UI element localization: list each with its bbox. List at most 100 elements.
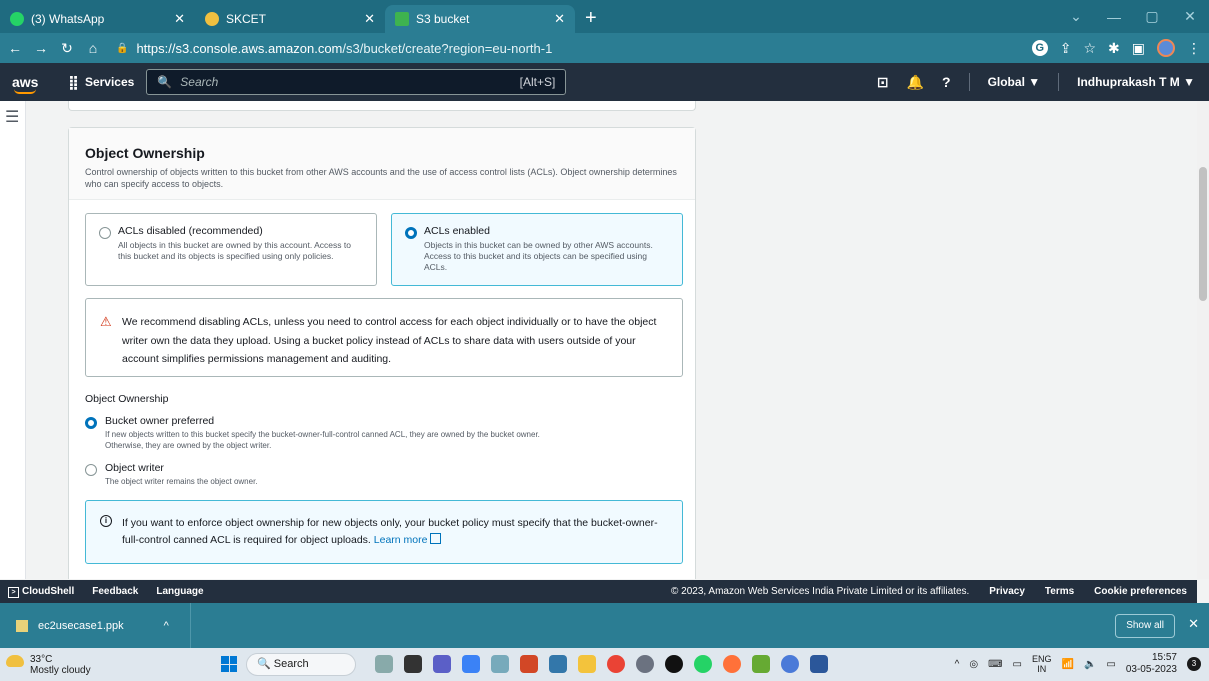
search-placeholder: Search	[180, 75, 219, 89]
new-tab-button[interactable]: +	[585, 5, 597, 33]
reload-icon[interactable]: ↻	[56, 40, 78, 57]
weather-condition: Mostly cloudy	[30, 664, 91, 676]
aws-top-nav: aws ⣿ Services 🔍 Search [Alt+S] ⊡ 🔔 ? Gl…	[0, 63, 1209, 101]
maximize-icon[interactable]: ▢	[1133, 8, 1171, 25]
language-indicator[interactable]: ENG IN	[1032, 654, 1052, 674]
hamburger-icon[interactable]: ☰	[5, 107, 19, 127]
close-tab-icon[interactable]: ✕	[174, 11, 185, 27]
firefox-icon[interactable]	[723, 655, 741, 673]
minimize-icon[interactable]: —	[1095, 9, 1133, 25]
wifi-icon[interactable]: 📶	[1061, 659, 1073, 670]
notification-badge[interactable]: 3	[1187, 657, 1201, 671]
forward-icon[interactable]: →	[30, 40, 52, 56]
windows-start-icon[interactable]	[221, 656, 237, 672]
profile-avatar[interactable]	[1157, 39, 1175, 57]
main-content: Object Ownership Control ownership of ob…	[26, 101, 1197, 579]
taskbar-search[interactable]: 🔍 Search	[246, 653, 356, 676]
tab-label: (3) WhatsApp	[31, 12, 105, 26]
external-link-icon	[430, 533, 442, 544]
app-icon[interactable]	[781, 655, 799, 673]
privacy-link[interactable]: Privacy	[989, 586, 1025, 597]
close-shelf-icon[interactable]: ✕	[1188, 616, 1199, 632]
feedback-link[interactable]: Feedback	[92, 586, 138, 597]
chevron-up-icon[interactable]: ^	[955, 659, 960, 670]
settings-icon[interactable]	[636, 655, 654, 673]
services-menu[interactable]: ⣿ Services	[68, 74, 134, 91]
scrollbar-thumb[interactable]	[1199, 167, 1207, 301]
tab-s3-bucket[interactable]: S3 bucket ✕	[385, 5, 575, 33]
tile-acls-enabled[interactable]: ACLs enabled Objects in this bucket can …	[391, 213, 683, 286]
url-path: /s3/bucket/create?region=eu-north-1	[342, 40, 553, 56]
radio-bucket-owner-preferred[interactable]	[85, 417, 97, 429]
radio-acls-enabled[interactable]	[405, 227, 417, 239]
language-link[interactable]: Language	[156, 586, 203, 597]
chrome-icon[interactable]	[607, 655, 625, 673]
display-icon[interactable]: ▭	[1013, 659, 1022, 670]
aws-nav-right: ⊡ 🔔 ? Global ▼ Indhuprakash T M ▼	[877, 73, 1195, 91]
extensions-icon[interactable]: ✱	[1108, 40, 1120, 57]
option-object-writer[interactable]: Object writer The object writer remains …	[85, 462, 545, 487]
section-title: Object Ownership	[85, 145, 205, 161]
tile-description: All objects in this bucket are owned by …	[118, 240, 351, 261]
skcet-icon	[205, 12, 219, 26]
radio-object-writer[interactable]	[85, 464, 97, 476]
tray-app-icon[interactable]: ◎	[969, 659, 978, 670]
meet-icon[interactable]	[433, 655, 451, 673]
chevron-down-icon[interactable]: ⌄	[1057, 8, 1095, 25]
folder-icon[interactable]	[578, 655, 596, 673]
home-icon[interactable]: ⌂	[82, 40, 104, 56]
cloudshell-button[interactable]: > CloudShell	[8, 586, 74, 598]
terms-link[interactable]: Terms	[1045, 586, 1074, 597]
google-icon[interactable]: G	[1031, 40, 1048, 56]
url-field[interactable]: 🔒 https://s3.console.aws.amazon.com/s3/b…	[116, 37, 1016, 59]
volume-icon[interactable]: 🔈	[1084, 659, 1096, 670]
clock[interactable]: 15:57 03-05-2023	[1126, 652, 1177, 676]
download-item[interactable]: ec2usecase1.ppk ^	[16, 603, 191, 648]
whatsapp-icon[interactable]	[694, 655, 712, 673]
menu-icon[interactable]: ⋮	[1187, 40, 1201, 57]
word-icon[interactable]	[810, 655, 828, 673]
tab-whatsapp[interactable]: (3) WhatsApp ✕	[0, 5, 195, 33]
option-bucket-owner-preferred[interactable]: Bucket owner preferred If new objects wr…	[85, 415, 545, 451]
cookie-preferences-link[interactable]: Cookie preferences	[1094, 586, 1187, 597]
learn-more-link[interactable]: Learn more	[373, 533, 442, 546]
star-icon[interactable]: ☆	[1083, 40, 1096, 57]
user-menu[interactable]: Indhuprakash T M ▼	[1077, 75, 1195, 89]
app-icon[interactable]	[752, 655, 770, 673]
close-tab-icon[interactable]: ✕	[554, 11, 565, 27]
tile-acls-disabled[interactable]: ACLs disabled (recommended) All objects …	[85, 213, 377, 286]
cloudshell-icon[interactable]: ⊡	[877, 74, 889, 91]
option-description: If new objects written to this bucket sp…	[105, 430, 540, 450]
whatsapp-icon	[10, 12, 24, 26]
app-icon[interactable]	[375, 655, 393, 673]
battery-icon[interactable]: ▭	[1106, 659, 1115, 670]
page-scrollbar[interactable]	[1197, 101, 1209, 579]
learn-more-label: Learn more	[373, 534, 428, 546]
search-input[interactable]: 🔍 Search [Alt+S]	[146, 69, 567, 95]
app-icon[interactable]	[665, 655, 683, 673]
tab-skcet[interactable]: SKCET ✕	[195, 5, 385, 33]
object-ownership-card: Object Ownership Control ownership of ob…	[68, 127, 696, 579]
region-selector[interactable]: Global ▼	[988, 75, 1041, 89]
file-icon	[16, 619, 28, 632]
sidebar-icon[interactable]: ▣	[1132, 40, 1145, 57]
close-window-icon[interactable]: ✕	[1171, 8, 1209, 25]
show-all-button[interactable]: Show all	[1115, 614, 1175, 638]
card-header: Object Ownership Control ownership of ob…	[69, 128, 695, 200]
aws-logo[interactable]: aws	[12, 74, 42, 94]
keyboard-icon[interactable]: ⌨	[988, 659, 1002, 670]
download-shelf: ec2usecase1.ppk ^ Show all ✕	[0, 603, 1209, 648]
powerpoint-icon[interactable]	[520, 655, 538, 673]
app-icon[interactable]	[491, 655, 509, 673]
share-icon[interactable]: ⇪	[1060, 40, 1072, 57]
weather-widget[interactable]: 33°C Mostly cloudy	[6, 654, 91, 676]
radio-acls-disabled[interactable]	[99, 227, 111, 239]
help-icon[interactable]: ?	[942, 74, 951, 90]
close-tab-icon[interactable]: ✕	[364, 11, 375, 27]
app-icon[interactable]	[404, 655, 422, 673]
app-icon[interactable]	[549, 655, 567, 673]
notes-icon[interactable]	[462, 655, 480, 673]
chevron-up-icon[interactable]: ^	[164, 620, 169, 632]
bell-icon[interactable]: 🔔	[907, 74, 924, 91]
back-icon[interactable]: ←	[4, 40, 26, 56]
